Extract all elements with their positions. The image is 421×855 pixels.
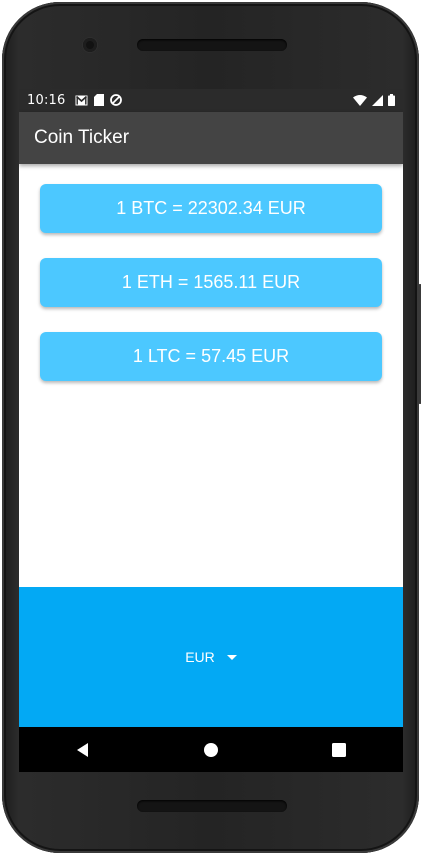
cellular-signal-icon [372,91,383,110]
nav-recents-button[interactable] [319,730,359,770]
app-toolbar: Coin Ticker [19,112,403,164]
dropdown-caret-icon [226,654,237,660]
bottom-speaker [137,800,287,812]
rate-card-eth[interactable]: 1 ETH = 1565.11 EUR [40,258,382,307]
sync-icon [110,91,123,110]
back-icon [77,742,88,757]
app-title: Coin Ticker [34,127,130,148]
navigation-bar [19,727,403,772]
battery-icon [388,91,395,110]
rate-card-btc[interactable]: 1 BTC = 22302.34 EUR [40,184,382,233]
home-icon [204,742,218,757]
device-screen: 10:16 Coin Ticker 1 BTC = 22302.34 EUR 1… [19,89,403,772]
rate-text-eth: 1 ETH = 1565.11 EUR [121,272,301,292]
rates-list: 1 BTC = 22302.34 EUR 1 ETH = 1565.11 EUR… [19,164,403,587]
sd-card-icon [94,91,105,110]
rate-text-ltc: 1 LTC = 57.45 EUR [132,346,290,366]
front-camera [83,38,97,52]
status-bar: 10:16 [19,89,403,112]
nav-back-button[interactable] [63,730,103,770]
currency-selected-label: EUR [185,649,215,665]
currency-panel: EUR [19,587,403,727]
gmail-icon [75,91,88,110]
currency-dropdown[interactable]: EUR [175,641,247,673]
status-time: 10:16 [27,93,66,108]
recents-icon [332,742,346,757]
earpiece-speaker [137,39,287,51]
rate-text-btc: 1 BTC = 22302.34 EUR [116,198,306,218]
nav-home-button[interactable] [191,730,231,770]
wifi-icon [353,91,367,110]
rate-card-ltc[interactable]: 1 LTC = 57.45 EUR [40,332,382,381]
